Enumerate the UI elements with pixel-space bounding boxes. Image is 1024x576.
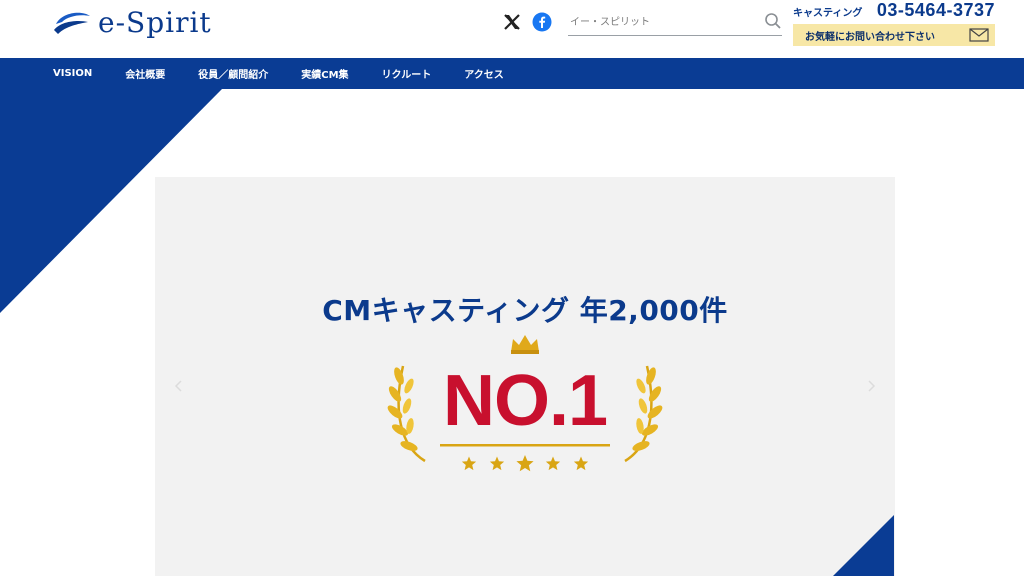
main-nav: VISION 会社概要 役員／顧問紹介 実績CM集 リクルート アクセス [0,58,1024,89]
tel-row: キャスティング 03-5464-3737 [793,0,995,22]
site-logo[interactable]: e-Spirit [52,6,212,39]
tel-label: キャスティング [793,8,863,19]
star-rating [461,455,589,472]
logo-text: e-Spirit [98,6,212,39]
hero-section: CMキャスティング 年2,000件 NO.1 [0,89,1024,576]
tel-number[interactable]: 03-5464-3737 [877,0,995,21]
chevron-left-icon[interactable] [172,379,186,393]
nav-item-access[interactable]: アクセス [464,66,504,81]
x-logo-icon[interactable] [502,12,522,32]
chevron-right-icon[interactable] [864,379,878,393]
star-icon [461,456,477,471]
site-header: e-Spirit キャスティング 03-5464-3737 お気軽 [0,0,1024,58]
nav-item-cm-works[interactable]: 実績CM集 [301,66,348,81]
no1-text: NO.1 [442,361,608,441]
facebook-icon[interactable] [532,12,552,32]
search-input[interactable] [568,10,758,35]
nav-item-vision[interactable]: VISION [53,68,92,79]
hero-slide: CMキャスティング 年2,000件 NO.1 [155,177,895,576]
inquiry-label: お気軽にお問い合わせ下さい [805,31,935,43]
nav-item-recruit[interactable]: リクルート [382,66,432,81]
no1-badge: NO.1 [385,335,665,482]
hero-headline: CMキャスティング 年2,000件 [322,294,728,327]
crown-icon [511,335,539,354]
nav-item-officers[interactable]: 役員／顧問紹介 [198,66,268,81]
badge-underline [440,444,610,447]
star-icon [573,456,589,471]
search-box [568,10,782,36]
contact-block: キャスティング 03-5464-3737 お気軽にお問い合わせ下さい [793,0,995,46]
logo-swoosh-icon [54,12,90,34]
decor-triangle-right [833,515,894,576]
star-icon [545,456,561,471]
mail-icon [969,28,989,42]
nav-item-company[interactable]: 会社概要 [125,66,165,81]
search-icon[interactable] [764,12,782,30]
star-icon [516,455,534,472]
inquiry-button[interactable]: お気軽にお問い合わせ下さい [793,24,995,46]
star-icon [489,456,505,471]
social-links [502,12,552,32]
